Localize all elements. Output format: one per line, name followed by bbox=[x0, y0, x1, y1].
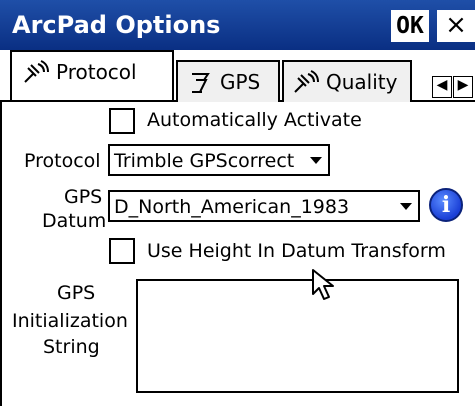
init-string-textarea[interactable] bbox=[136, 279, 459, 393]
title-bar: ArcPad Options OK × bbox=[0, 0, 475, 50]
mouse-cursor-icon bbox=[312, 269, 334, 300]
datum-label-line1: GPS bbox=[64, 186, 103, 208]
use-height-checkbox[interactable] bbox=[109, 238, 135, 264]
close-button[interactable]: × bbox=[437, 10, 475, 42]
tab-quality-label: Quality bbox=[326, 70, 398, 94]
gps-receiver-icon bbox=[192, 73, 210, 93]
window-title: ArcPad Options bbox=[12, 11, 221, 39]
datum-label-line2: Datum bbox=[42, 210, 107, 232]
panel-border bbox=[0, 100, 2, 406]
datum-value: D_North_American_1983 bbox=[114, 196, 350, 218]
use-height-label: Use Height In Datum Transform bbox=[147, 240, 446, 262]
init-string-label-line3: String bbox=[43, 336, 100, 358]
protocol-dropdown[interactable]: Trimble GPScorrect bbox=[108, 144, 330, 176]
tab-gps-label: GPS bbox=[220, 70, 261, 94]
auto-activate-checkbox[interactable] bbox=[109, 108, 135, 134]
chevron-down-icon bbox=[310, 157, 322, 164]
tab-protocol[interactable]: Protocol bbox=[10, 50, 174, 100]
satellite-icon bbox=[24, 60, 49, 83]
tab-gps[interactable]: GPS bbox=[176, 60, 280, 102]
chevron-down-icon bbox=[400, 203, 412, 210]
datum-dropdown[interactable]: D_North_American_1983 bbox=[108, 190, 420, 222]
protocol-label: Protocol bbox=[24, 150, 101, 172]
info-icon[interactable]: i bbox=[429, 188, 463, 222]
tab-scroll-left-button[interactable]: ◀ bbox=[432, 76, 452, 98]
tab-quality[interactable]: Quality bbox=[282, 60, 412, 102]
protocol-value: Trimble GPScorrect bbox=[114, 150, 295, 172]
ok-button[interactable]: OK bbox=[391, 10, 429, 42]
init-string-label-line1: GPS bbox=[57, 282, 96, 304]
satellite-icon bbox=[294, 70, 319, 93]
tab-scroll-right-button[interactable]: ▶ bbox=[453, 76, 473, 98]
init-string-label-line2: Initialization bbox=[12, 310, 128, 332]
tab-protocol-label: Protocol bbox=[56, 60, 137, 84]
auto-activate-label: Automatically Activate bbox=[147, 109, 362, 131]
